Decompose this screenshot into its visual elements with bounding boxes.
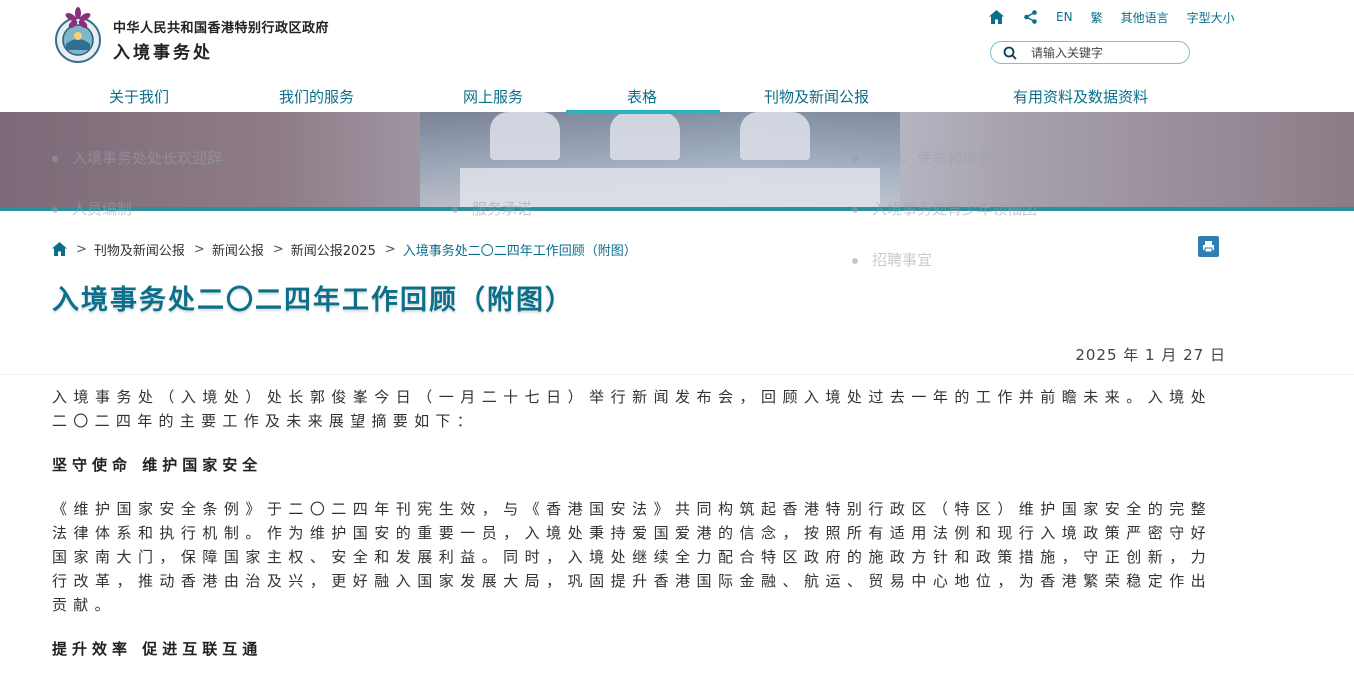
article-section-heading: 提升效率 促进互联互通 bbox=[52, 640, 263, 658]
share-icon[interactable] bbox=[1022, 9, 1038, 25]
breadcrumb-press-releases-2025[interactable]: 新闻公报2025 bbox=[291, 240, 376, 259]
nav-our-services[interactable]: 我们的服务 bbox=[279, 86, 354, 107]
article-intro-paragraph: 入境事务处（入境处）处长郭俊峯今日（一月二十七日）举行新闻发布会，回顾入境处过去… bbox=[52, 388, 1212, 430]
department-name[interactable]: 入境事务处 bbox=[113, 38, 213, 63]
menu-item-performance-pledge[interactable]: 服务承诺 bbox=[452, 198, 532, 219]
menu-item-staff-establishment[interactable]: 人员编制 bbox=[52, 198, 132, 219]
main-navigation: 关于我们 我们的服务 网上服务 表格 刊物及新闻公报 有用资料及数据资料 bbox=[0, 84, 1354, 112]
menu-item-director-welcome[interactable]: 入境事务处处长欢迎辞 bbox=[52, 147, 222, 168]
print-icon bbox=[1203, 241, 1214, 253]
banner-figure bbox=[740, 112, 810, 160]
breadcrumb-separator: > bbox=[384, 241, 396, 257]
banner-bottom-strip bbox=[0, 207, 1354, 211]
menu-item-youth-leader-corps[interactable]: 入境事务处青少年领袖团 bbox=[852, 198, 1037, 219]
breadcrumb: > 刊物及新闻公报 > 新闻公报 > 新闻公报2025 > 入境事务处二〇二四年… bbox=[52, 240, 637, 259]
banner-figure bbox=[490, 112, 560, 160]
font-size-link[interactable]: 字型大小 bbox=[1187, 9, 1235, 26]
home-icon[interactable] bbox=[52, 242, 67, 256]
menu-item-vision-mission[interactable]: 理想、使命和信念 bbox=[852, 147, 992, 168]
search-input[interactable] bbox=[1031, 45, 1181, 60]
breadcrumb-separator: > bbox=[193, 241, 205, 257]
nav-online-services[interactable]: 网上服务 bbox=[463, 86, 523, 107]
breadcrumb-separator: > bbox=[272, 241, 284, 257]
breadcrumb-publications[interactable]: 刊物及新闻公报 bbox=[94, 240, 185, 259]
print-button[interactable] bbox=[1198, 236, 1219, 257]
government-name: 中华人民共和国香港特别行政区政府 bbox=[113, 21, 330, 36]
article-paragraph: 《维护国家安全条例》于二〇二四年刊宪生效，与《香港国安法》共同构筑起香港特别行政… bbox=[52, 500, 1212, 614]
breadcrumb-current-page: 入境事务处二〇二四年工作回顾（附图） bbox=[402, 243, 637, 259]
article-body: 入境事务处（入境处）处长郭俊峯今日（一月二十七日）举行新闻发布会，回顾入境处过去… bbox=[52, 385, 1212, 661]
traditional-chinese-link[interactable]: 繁 bbox=[1091, 9, 1103, 26]
site-header: 中华人民共和国香港特别行政区政府 入境事务处 EN 繁 其他语言 字型大小 bbox=[0, 0, 1354, 84]
home-icon[interactable] bbox=[988, 9, 1004, 25]
nav-publications-press-releases[interactable]: 刊物及新闻公报 bbox=[764, 86, 869, 107]
nav-useful-info-statistics[interactable]: 有用资料及数据资料 bbox=[1013, 86, 1148, 107]
top-utility-links: EN 繁 其他语言 字型大小 bbox=[988, 8, 1253, 26]
content-divider bbox=[0, 374, 1354, 375]
nav-about-us[interactable]: 关于我们 bbox=[109, 86, 169, 107]
other-languages-link[interactable]: 其他语言 bbox=[1121, 9, 1169, 26]
breadcrumb-separator: > bbox=[76, 241, 87, 257]
nav-active-indicator bbox=[566, 110, 720, 114]
article-section-heading: 坚守使命 维护国家安全 bbox=[52, 456, 263, 474]
publish-date: 2025 年 1 月 27 日 bbox=[1075, 346, 1226, 364]
menu-item-recruitment[interactable]: 招聘事宜 bbox=[852, 249, 932, 270]
breadcrumb-press-releases[interactable]: 新闻公报 bbox=[212, 240, 264, 259]
english-language-link[interactable]: EN bbox=[1056, 10, 1073, 24]
page-title: 入境事务处二〇二四年工作回顾（附图） bbox=[52, 285, 574, 316]
hksar-emblem-logo[interactable] bbox=[52, 6, 104, 66]
nav-forms[interactable]: 表格 bbox=[627, 86, 657, 107]
search-icon[interactable] bbox=[1003, 46, 1017, 60]
banner-figure bbox=[610, 112, 680, 160]
search-box[interactable] bbox=[990, 41, 1190, 64]
